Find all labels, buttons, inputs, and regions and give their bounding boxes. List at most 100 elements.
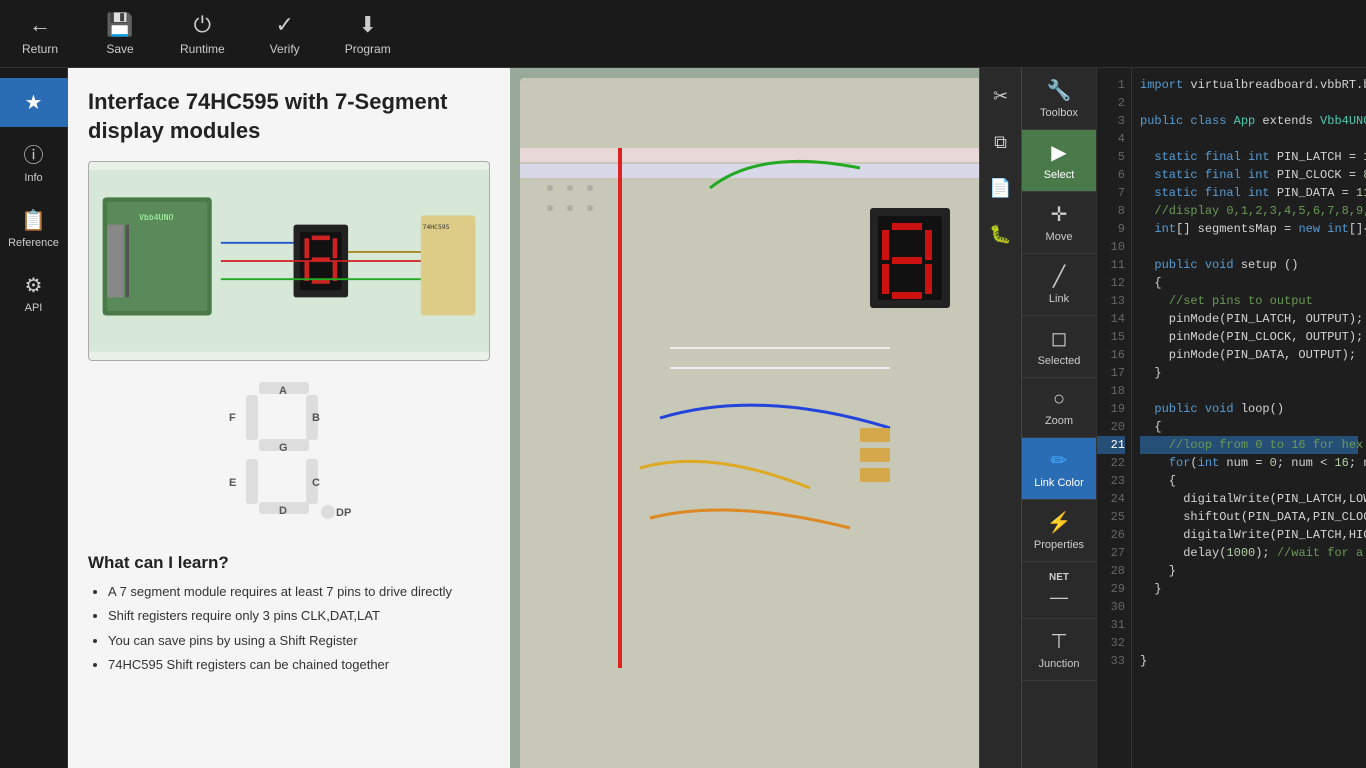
sidebar-item-reference[interactable]: 📋 Reference bbox=[0, 196, 68, 261]
info-icon: ⓘ bbox=[24, 139, 44, 168]
code-editor-panel: 1 2 3 4 5 6 7 8 9 10 11 12 13 14 15 16 1… bbox=[1096, 68, 1366, 768]
verify-icon: ✓ bbox=[275, 12, 293, 38]
line-num: 27 bbox=[1097, 544, 1125, 562]
code-content: 1 2 3 4 5 6 7 8 9 10 11 12 13 14 15 16 1… bbox=[1097, 68, 1366, 768]
tutorial-title: Interface 74HC595 with 7-Segment display… bbox=[88, 88, 490, 145]
program-label: Program bbox=[345, 42, 391, 56]
move-label: Move bbox=[1046, 231, 1073, 243]
tutorial-panel: Interface 74HC595 with 7-Segment display… bbox=[68, 68, 510, 768]
line-num: 19 bbox=[1097, 400, 1125, 418]
label-b: B bbox=[312, 412, 320, 424]
line-num: 15 bbox=[1097, 328, 1125, 346]
breadboard-canvas[interactable]: Vbb4UNO www.virtualbreadboard.c RT bbox=[510, 68, 979, 768]
toolbar: ← Return 💾 Save ⏻ Runtime ✓ Verify ⬇ Pro… bbox=[0, 0, 1366, 68]
line-num: 1 bbox=[1097, 76, 1125, 94]
code-text[interactable]: import virtualbreadboard.vbbRT.board pub… bbox=[1132, 68, 1366, 768]
sidebar-item-info[interactable]: ⓘ Info bbox=[0, 127, 68, 196]
zoom-label: Zoom bbox=[1045, 415, 1073, 427]
line-num: 29 bbox=[1097, 580, 1125, 598]
program-icon: ⬇ bbox=[358, 12, 376, 38]
label-c: C bbox=[312, 477, 320, 489]
selected-label: Selected bbox=[1038, 355, 1081, 367]
link-color-icon: ✏ bbox=[1051, 448, 1068, 473]
save-label: Save bbox=[106, 42, 133, 56]
paste-button[interactable]: 📄 bbox=[983, 170, 1019, 206]
left-panel: ★ ⓘ Info 📋 Reference ⚙ API Interface 74H… bbox=[0, 68, 510, 768]
net-line-icon: — bbox=[1050, 587, 1068, 608]
link-tool[interactable]: ╱ Link bbox=[1022, 254, 1097, 316]
segment-f bbox=[246, 395, 258, 440]
line-num: 14 bbox=[1097, 310, 1125, 328]
runtime-icon: ⏻ bbox=[194, 12, 211, 38]
line-num: 4 bbox=[1097, 130, 1125, 148]
select-label: Select bbox=[1044, 169, 1075, 181]
runtime-label: Runtime bbox=[180, 42, 225, 56]
net-tool[interactable]: NET — bbox=[1022, 562, 1097, 619]
svg-text:Vbb4UNO: Vbb4UNO bbox=[139, 212, 174, 222]
toolbox-tool[interactable]: 🔧 Toolbox bbox=[1022, 68, 1097, 130]
segment-dp bbox=[321, 505, 335, 519]
line-num: 24 bbox=[1097, 490, 1125, 508]
link-label: Link bbox=[1049, 293, 1069, 305]
reference-icon: 📋 bbox=[21, 208, 46, 233]
line-num: 11 bbox=[1097, 256, 1125, 274]
line-numbers: 1 2 3 4 5 6 7 8 9 10 11 12 13 14 15 16 1… bbox=[1097, 68, 1132, 768]
sidebar-item-home[interactable]: ★ bbox=[0, 78, 68, 127]
line-num: 7 bbox=[1097, 184, 1125, 202]
line-num: 8 bbox=[1097, 202, 1125, 220]
verify-button[interactable]: ✓ Verify bbox=[255, 6, 315, 62]
link-color-label: Link Color bbox=[1034, 477, 1084, 489]
link-color-tool[interactable]: ✏ Link Color bbox=[1022, 438, 1097, 500]
line-num: 17 bbox=[1097, 364, 1125, 382]
debug-icon: 🐛 bbox=[989, 224, 1011, 245]
return-button[interactable]: ← Return bbox=[10, 6, 70, 62]
line-num: 6 bbox=[1097, 166, 1125, 184]
copy-button[interactable]: ⧉ bbox=[983, 124, 1019, 160]
line-num: 16 bbox=[1097, 346, 1125, 364]
move-tool[interactable]: ✛ Move bbox=[1022, 192, 1097, 254]
toolbox-panel: 🔧 Toolbox ▶ Select ✛ Move ╱ Link ◻ Selec… bbox=[1021, 68, 1096, 768]
line-num: 26 bbox=[1097, 526, 1125, 544]
zoom-tool[interactable]: ○ Zoom bbox=[1022, 378, 1097, 438]
zoom-icon: ○ bbox=[1053, 388, 1065, 411]
line-num: 23 bbox=[1097, 472, 1125, 490]
label-d: D bbox=[279, 505, 287, 517]
junction-tool[interactable]: ⊤ Junction bbox=[1022, 619, 1097, 681]
canvas-area[interactable]: Vbb4UNO www.virtualbreadboard.c RT bbox=[510, 68, 979, 768]
line-num: 30 bbox=[1097, 598, 1125, 616]
save-button[interactable]: 💾 Save bbox=[90, 6, 150, 62]
right-icons-panel: ✂ ⧉ 📄 🐛 bbox=[979, 68, 1021, 768]
return-icon: ← bbox=[29, 12, 51, 38]
link-icon: ╱ bbox=[1053, 264, 1065, 289]
selected-icon: ◻ bbox=[1051, 326, 1068, 351]
list-item: Shift registers require only 3 pins CLK,… bbox=[108, 607, 490, 625]
sidebar-item-api[interactable]: ⚙ API bbox=[0, 261, 68, 326]
select-tool[interactable]: ▶ Select bbox=[1022, 130, 1097, 192]
list-item: You can save pins by using a Shift Regis… bbox=[108, 632, 490, 650]
debug-button[interactable]: 🐛 bbox=[983, 216, 1019, 252]
label-g: G bbox=[279, 442, 288, 454]
program-button[interactable]: ⬇ Program bbox=[335, 6, 401, 62]
line-num: 21 bbox=[1097, 436, 1125, 454]
verify-label: Verify bbox=[270, 42, 300, 56]
label-dp: DP bbox=[336, 507, 351, 519]
learn-heading: What can I learn? bbox=[88, 553, 490, 573]
properties-label: Properties bbox=[1034, 539, 1084, 551]
circuit-diagram: Vbb4UNO 74HC59 bbox=[88, 161, 490, 361]
properties-icon: ⚡ bbox=[1047, 510, 1072, 535]
runtime-button[interactable]: ⏻ Runtime bbox=[170, 6, 235, 62]
sidebar-item-label: Reference bbox=[8, 237, 59, 249]
sidebar-item-label: API bbox=[25, 302, 43, 314]
junction-icon: ⊤ bbox=[1050, 629, 1067, 654]
select-icon: ▶ bbox=[1051, 140, 1066, 165]
selected-tool[interactable]: ◻ Selected bbox=[1022, 316, 1097, 378]
label-f: F bbox=[229, 412, 236, 424]
sidebar-item-label: Info bbox=[24, 172, 42, 184]
properties-tool[interactable]: ⚡ Properties bbox=[1022, 500, 1097, 562]
line-num: 9 bbox=[1097, 220, 1125, 238]
net-label-icon: NET bbox=[1049, 572, 1069, 583]
line-num: 2 bbox=[1097, 94, 1125, 112]
toolbox-icon: 🔧 bbox=[1047, 78, 1072, 103]
cut-button[interactable]: ✂ bbox=[983, 78, 1019, 114]
line-num: 18 bbox=[1097, 382, 1125, 400]
